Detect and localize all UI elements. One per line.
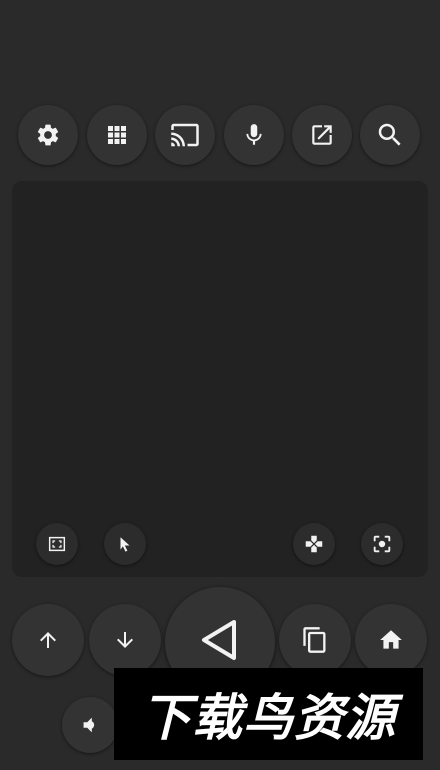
open-external-button[interactable] bbox=[292, 105, 352, 165]
down-button[interactable] bbox=[89, 604, 161, 676]
recents-button[interactable] bbox=[279, 604, 351, 676]
watermark-text: 下载鸟资源 bbox=[141, 689, 396, 747]
fullscreen-icon bbox=[46, 533, 68, 555]
cast-button[interactable] bbox=[155, 105, 215, 165]
pointer-mode-button[interactable] bbox=[104, 523, 146, 565]
gamepad-mode-button[interactable] bbox=[293, 523, 335, 565]
settings-button[interactable] bbox=[18, 105, 78, 165]
gear-icon bbox=[35, 122, 61, 148]
search-icon bbox=[375, 120, 405, 150]
cast-icon bbox=[170, 120, 200, 150]
watermark-banner: 下载鸟资源 bbox=[114, 668, 423, 760]
fullscreen-button[interactable] bbox=[36, 523, 78, 565]
touchpad-area[interactable] bbox=[12, 181, 428, 577]
back-triangle-icon bbox=[197, 617, 243, 667]
focus-capture-icon bbox=[371, 533, 393, 555]
home-icon bbox=[378, 627, 404, 653]
screenshot-button[interactable] bbox=[361, 523, 403, 565]
cursor-icon bbox=[116, 535, 134, 553]
volume-button[interactable] bbox=[62, 697, 118, 753]
external-link-icon bbox=[309, 122, 335, 148]
dpad-icon bbox=[303, 533, 325, 555]
grid-icon bbox=[105, 123, 129, 147]
search-button[interactable] bbox=[360, 105, 420, 165]
volume-icon bbox=[79, 714, 101, 736]
arrow-up-icon bbox=[36, 628, 60, 652]
up-button[interactable] bbox=[12, 604, 84, 676]
remote-app: 下载鸟资源 bbox=[0, 0, 440, 770]
voice-button[interactable] bbox=[224, 105, 284, 165]
microphone-icon bbox=[241, 122, 267, 148]
apps-button[interactable] bbox=[87, 105, 147, 165]
copy-icon bbox=[301, 626, 329, 654]
arrow-down-icon bbox=[113, 628, 137, 652]
home-button[interactable] bbox=[355, 604, 427, 676]
